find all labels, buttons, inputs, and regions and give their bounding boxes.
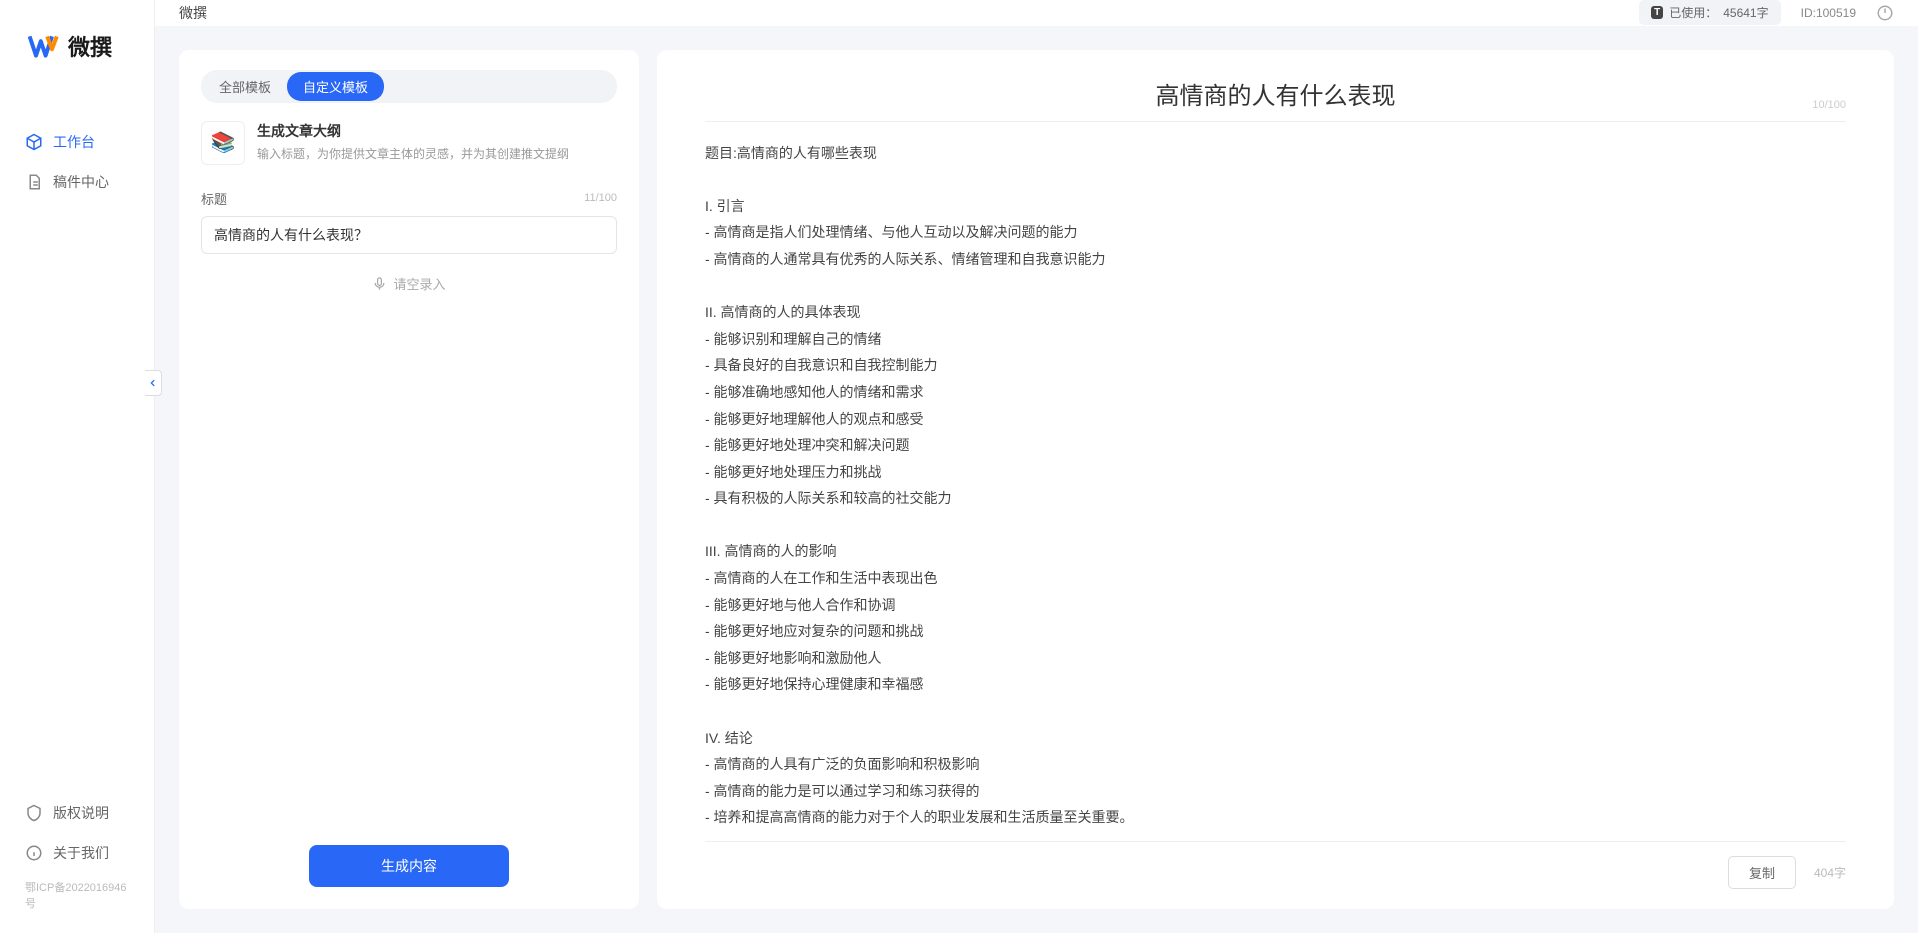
chevron-left-icon xyxy=(148,378,158,388)
usage-value: 45641字 xyxy=(1723,4,1768,21)
output-panel: 高情商的人有什么表现 10/100 题目:高情商的人有哪些表现 I. 引言 - … xyxy=(657,50,1894,909)
output-title[interactable]: 高情商的人有什么表现 xyxy=(705,76,1846,111)
main-nav: 工作台 稿件中心 xyxy=(0,102,154,793)
template-tabs: 全部模板 自定义模板 xyxy=(201,70,617,103)
output-footer: 复制 404字 xyxy=(705,841,1846,889)
nav-label: 关于我们 xyxy=(53,843,109,863)
nav-about[interactable]: 关于我们 xyxy=(0,833,154,873)
nav-label: 稿件中心 xyxy=(53,172,109,192)
editor-panel: 全部模板 自定义模板 📚 生成文章大纲 输入标题，为你提供文章主体的灵感，并为其… xyxy=(179,50,639,909)
icp-text: 鄂ICP备2022016946号 xyxy=(0,873,154,923)
cube-icon xyxy=(25,133,43,151)
usage-label: 已使用： xyxy=(1669,4,1717,21)
usage-pill[interactable]: T 已使用： 45641字 xyxy=(1639,0,1781,25)
sidebar-collapse-handle[interactable] xyxy=(145,370,162,396)
field-label: 标题 xyxy=(201,189,227,208)
info-icon xyxy=(25,844,43,862)
shield-icon xyxy=(25,804,43,822)
nav-label: 工作台 xyxy=(53,132,95,152)
topbar: 微撰 T 已使用： 45641字 ID:100519 xyxy=(155,0,1918,26)
power-icon[interactable] xyxy=(1876,4,1894,22)
user-id: ID:100519 xyxy=(1801,6,1856,20)
t-badge-icon: T xyxy=(1651,6,1663,19)
tab-custom-templates[interactable]: 自定义模板 xyxy=(287,72,384,101)
template-thumb-icon: 📚 xyxy=(201,121,245,165)
nav-drafts[interactable]: 稿件中心 xyxy=(0,162,154,202)
document-icon xyxy=(25,173,43,191)
page-title: 微撰 xyxy=(179,3,207,23)
title-input[interactable] xyxy=(201,216,617,254)
main-area: 微撰 T 已使用： 45641字 ID:100519 全部模板 自定义模板 xyxy=(155,0,1918,933)
output-char-count: 404字 xyxy=(1814,864,1846,881)
nav-label: 版权说明 xyxy=(53,803,109,823)
copy-button[interactable]: 复制 xyxy=(1728,856,1796,889)
tab-all-templates[interactable]: 全部模板 xyxy=(203,72,287,101)
field-counter: 11/100 xyxy=(584,192,617,204)
voice-input-row[interactable]: 请空录入 xyxy=(201,274,617,293)
voice-label: 请空录入 xyxy=(393,274,445,293)
content: 全部模板 自定义模板 📚 生成文章大纲 输入标题，为你提供文章主体的灵感，并为其… xyxy=(155,26,1918,933)
template-title: 生成文章大纲 xyxy=(257,121,569,141)
logo-text: 微撰 xyxy=(68,30,112,62)
sidebar: 微撰 工作台 稿件中心 版权说明 xyxy=(0,0,155,933)
template-card: 📚 生成文章大纲 输入标题，为你提供文章主体的灵感，并为其创建推文提纲 xyxy=(201,121,617,165)
bottom-nav: 版权说明 关于我们 鄂ICP备2022016946号 xyxy=(0,793,154,933)
mic-icon xyxy=(372,276,387,291)
logo: 微撰 xyxy=(0,0,154,102)
generate-button[interactable]: 生成内容 xyxy=(309,845,509,887)
output-body[interactable]: 题目:高情商的人有哪些表现 I. 引言 - 高情商是指人们处理情绪、与他人互动以… xyxy=(705,140,1846,831)
logo-icon xyxy=(28,32,60,60)
nav-workspace[interactable]: 工作台 xyxy=(0,122,154,162)
template-desc: 输入标题，为你提供文章主体的灵感，并为其创建推文提纲 xyxy=(257,145,569,162)
nav-copyright[interactable]: 版权说明 xyxy=(0,793,154,833)
output-title-counter: 10/100 xyxy=(1812,99,1846,111)
